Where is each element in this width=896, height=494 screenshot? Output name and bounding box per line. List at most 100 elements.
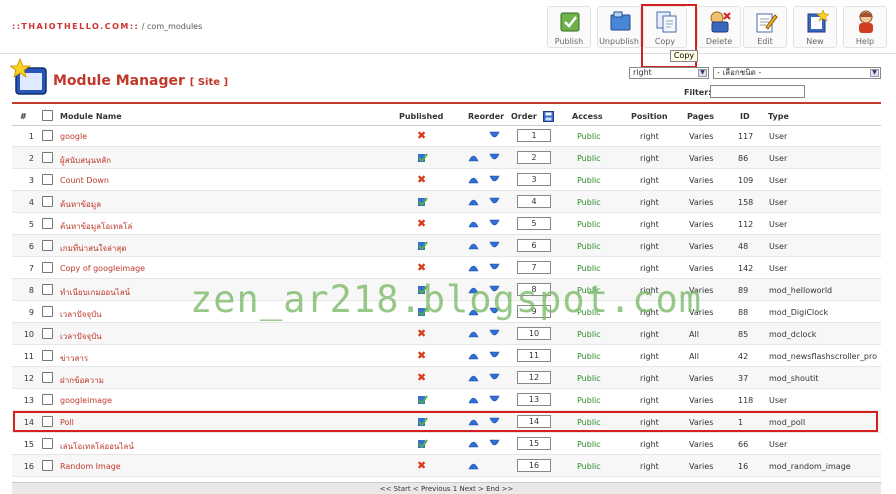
row-checkbox[interactable] <box>42 174 53 185</box>
col-module-name[interactable]: Module Name <box>60 112 122 121</box>
access-link[interactable]: Public <box>577 462 601 471</box>
access-link[interactable]: Public <box>577 176 601 185</box>
unpublished-x-icon[interactable]: ✖ <box>417 173 426 186</box>
move-down-icon[interactable] <box>489 219 500 228</box>
module-name-link[interactable]: เวลาปัจจุบัน <box>60 330 102 343</box>
site-name[interactable]: ::THAIOTHELLO.COM:: <box>12 22 139 31</box>
filter-input[interactable] <box>710 85 805 98</box>
module-name-link[interactable]: Random Image <box>60 462 121 471</box>
unpublished-x-icon[interactable]: ✖ <box>417 217 426 230</box>
order-input[interactable]: 13 <box>517 393 551 406</box>
col-order[interactable]: Order <box>511 112 537 121</box>
help-button[interactable]: Help <box>843 6 887 48</box>
access-link[interactable]: Public <box>577 440 601 449</box>
move-down-icon[interactable] <box>489 175 500 184</box>
move-up-icon[interactable] <box>468 329 479 338</box>
unpublished-x-icon[interactable]: ✖ <box>417 349 426 362</box>
access-link[interactable]: Public <box>577 264 601 273</box>
access-link[interactable]: Public <box>577 374 601 383</box>
move-down-icon[interactable] <box>489 153 500 162</box>
access-link[interactable]: Public <box>577 132 601 141</box>
order-input[interactable]: 11 <box>517 349 551 362</box>
col-type[interactable]: Type <box>768 112 789 121</box>
move-down-icon[interactable] <box>489 395 500 404</box>
row-checkbox[interactable] <box>42 218 53 229</box>
unpublished-x-icon[interactable]: ✖ <box>417 327 426 340</box>
row-checkbox[interactable] <box>42 460 53 471</box>
row-checkbox[interactable] <box>42 328 53 339</box>
col-id[interactable]: ID <box>740 112 750 121</box>
published-check-icon[interactable] <box>417 240 428 251</box>
module-name-link[interactable]: ค้นหาข้อมูล <box>60 198 101 211</box>
unpublish-button[interactable]: Unpublish <box>597 6 641 48</box>
save-order-icon[interactable] <box>543 111 554 122</box>
module-name-link[interactable]: ข่าวสาร <box>60 352 88 365</box>
order-input[interactable]: 15 <box>517 437 551 450</box>
access-link[interactable]: Public <box>577 154 601 163</box>
delete-button[interactable]: Delete <box>697 6 741 48</box>
row-checkbox[interactable] <box>42 130 53 141</box>
access-link[interactable]: Public <box>577 220 601 229</box>
order-input[interactable]: 7 <box>517 261 551 274</box>
move-down-icon[interactable] <box>489 197 500 206</box>
move-up-icon[interactable] <box>468 373 479 382</box>
select-all-checkbox[interactable] <box>42 110 53 121</box>
row-checkbox[interactable] <box>42 196 53 207</box>
order-input[interactable]: 12 <box>517 371 551 384</box>
col-position[interactable]: Position <box>631 112 668 121</box>
access-link[interactable]: Public <box>577 396 601 405</box>
row-checkbox[interactable] <box>42 306 53 317</box>
edit-button[interactable]: Edit <box>743 6 787 48</box>
published-check-icon[interactable] <box>417 196 428 207</box>
move-up-icon[interactable] <box>468 219 479 228</box>
order-input[interactable]: 4 <box>517 195 551 208</box>
pagination[interactable]: << Start < Previous 1 Next > End >> <box>12 482 881 494</box>
row-checkbox[interactable] <box>42 284 53 295</box>
order-input[interactable]: 2 <box>517 151 551 164</box>
row-checkbox[interactable] <box>42 438 53 449</box>
published-check-icon[interactable] <box>417 438 428 449</box>
unpublished-x-icon[interactable]: ✖ <box>417 129 426 142</box>
module-name-link[interactable]: Count Down <box>60 176 109 185</box>
col-published[interactable]: Published <box>399 112 443 121</box>
move-up-icon[interactable] <box>468 351 479 360</box>
module-name-link[interactable]: google <box>60 132 87 141</box>
order-input[interactable]: 1 <box>517 129 551 142</box>
col-access[interactable]: Access <box>572 112 603 121</box>
row-checkbox[interactable] <box>42 152 53 163</box>
move-up-icon[interactable] <box>468 241 479 250</box>
publish-button[interactable]: Publish <box>547 6 591 48</box>
type-select[interactable]: - เลือกชนิด - ▼ <box>713 67 881 79</box>
module-name-link[interactable]: เวลาปัจจุบัน <box>60 308 102 321</box>
col-pages[interactable]: Pages <box>687 112 714 121</box>
move-down-icon[interactable] <box>489 373 500 382</box>
module-name-link[interactable]: เกมที่น่าสนใจล่าสุด <box>60 242 127 255</box>
unpublished-x-icon[interactable]: ✖ <box>417 459 426 472</box>
access-link[interactable]: Public <box>577 330 601 339</box>
order-input[interactable]: 10 <box>517 327 551 340</box>
order-input[interactable]: 3 <box>517 173 551 186</box>
move-up-icon[interactable] <box>468 153 479 162</box>
move-down-icon[interactable] <box>489 329 500 338</box>
row-checkbox[interactable] <box>42 350 53 361</box>
access-link[interactable]: Public <box>577 198 601 207</box>
row-checkbox[interactable] <box>42 372 53 383</box>
move-up-icon[interactable] <box>468 263 479 272</box>
move-up-icon[interactable] <box>468 395 479 404</box>
move-down-icon[interactable] <box>489 131 500 140</box>
move-up-icon[interactable] <box>468 461 479 470</box>
order-input[interactable]: 6 <box>517 239 551 252</box>
published-check-icon[interactable] <box>417 394 428 405</box>
row-checkbox[interactable] <box>42 240 53 251</box>
access-link[interactable]: Public <box>577 352 601 361</box>
row-checkbox[interactable] <box>42 394 53 405</box>
module-name-link[interactable]: ทำเนียบเกมออนไลน์ <box>60 286 130 299</box>
move-down-icon[interactable] <box>489 351 500 360</box>
published-check-icon[interactable] <box>417 152 428 163</box>
module-name-link[interactable]: ผู้สนับสนุนหลัก <box>60 154 111 167</box>
module-name-link[interactable]: Copy of googleimage <box>60 264 145 273</box>
move-down-icon[interactable] <box>489 439 500 448</box>
move-up-icon[interactable] <box>468 197 479 206</box>
module-name-link[interactable]: ค้นหาข้อมูลโอเทลโล่ <box>60 220 132 233</box>
unpublished-x-icon[interactable]: ✖ <box>417 371 426 384</box>
